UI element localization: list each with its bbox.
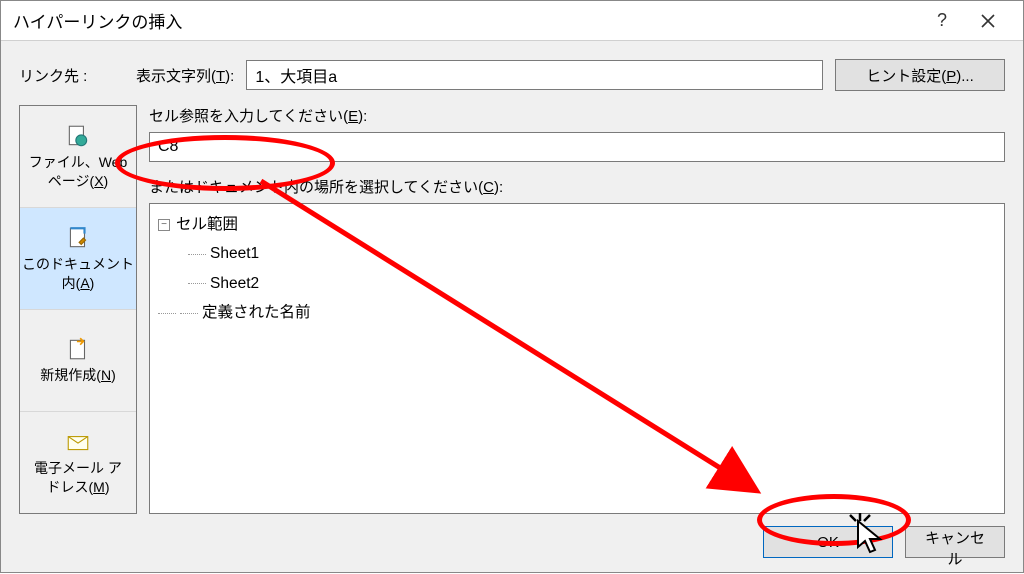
doc-place-label: またはドキュメント内の場所を選択してください(C): — [149, 176, 1005, 197]
link-to-label: リンク先 : — [19, 65, 124, 86]
dialog-body: リンク先 : 表示文字列(T): ヒント設定(P)... ファイル、Web ペー… — [1, 41, 1023, 572]
link-to-sidebar: ファイル、Web ページ(X) このドキュメント 内(A) 新規作成(N) 電子… — [19, 105, 137, 514]
tree-node-defined-names[interactable]: 定義された名前 — [158, 298, 996, 327]
tree-node-cell-range[interactable]: − セル範囲 — [158, 210, 996, 239]
cell-ref-label: セル参照を入力してください(E): — [149, 105, 1005, 126]
file-web-icon — [65, 123, 91, 149]
document-place-tree[interactable]: − セル範囲 Sheet1 Sheet2 定義された名前 — [149, 203, 1005, 514]
close-icon — [981, 14, 995, 28]
tree-node-sheet1[interactable]: Sheet1 — [188, 239, 996, 268]
display-text-input[interactable] — [246, 60, 823, 90]
ok-button[interactable]: OK — [763, 526, 893, 558]
sidebar-item-file-web[interactable]: ファイル、Web ページ(X) — [20, 106, 136, 208]
cell-ref-input[interactable] — [149, 132, 1005, 162]
new-document-icon — [65, 336, 91, 362]
tree-node-sheet2[interactable]: Sheet2 — [188, 269, 996, 298]
tree-children: Sheet1 Sheet2 — [188, 239, 996, 298]
cancel-button[interactable]: キャンセル — [905, 526, 1005, 558]
titlebar: ハイパーリンクの挿入 ? — [1, 1, 1023, 41]
sidebar-item-this-document[interactable]: このドキュメント 内(A) — [20, 208, 136, 310]
collapse-icon[interactable]: − — [158, 219, 170, 231]
top-row: リンク先 : 表示文字列(T): ヒント設定(P)... — [19, 59, 1005, 91]
main-panel: セル参照を入力してください(E): またはドキュメント内の場所を選択してください… — [149, 105, 1005, 514]
this-document-icon — [65, 225, 91, 251]
screentip-button[interactable]: ヒント設定(P)... — [835, 59, 1005, 91]
close-button[interactable] — [965, 5, 1011, 37]
dialog-footer: OK キャンセル — [763, 526, 1005, 558]
sidebar-item-email[interactable]: 電子メール ア ドレス(M) — [20, 412, 136, 513]
sidebar-item-new-document[interactable]: 新規作成(N) — [20, 310, 136, 412]
email-icon — [65, 429, 91, 455]
content-area: ファイル、Web ページ(X) このドキュメント 内(A) 新規作成(N) 電子… — [19, 105, 1005, 514]
insert-hyperlink-dialog: ハイパーリンクの挿入 ? リンク先 : 表示文字列(T): ヒント設定(P)..… — [0, 0, 1024, 573]
help-button[interactable]: ? — [919, 5, 965, 37]
display-text-label: 表示文字列(T): — [136, 65, 234, 86]
dialog-title: ハイパーリンクの挿入 — [13, 8, 919, 33]
